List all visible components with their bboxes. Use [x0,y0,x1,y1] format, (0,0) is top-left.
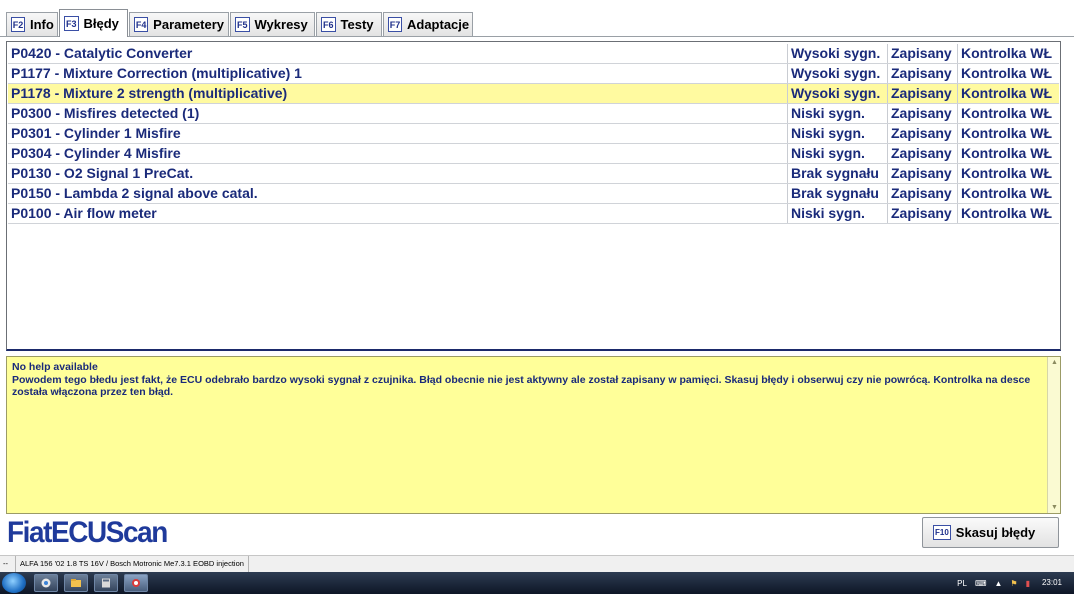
scroll-down-icon[interactable]: ▼ [1051,504,1058,511]
error-code: P1177 - Mixture Correction (multiplicati… [11,65,302,81]
calculator-icon[interactable] [94,574,118,592]
error-code: P0150 - Lambda 2 signal above catal. [11,185,258,201]
tab-label: Wykresy [254,17,308,32]
clock[interactable]: 23:01 [1042,572,1062,594]
tab-label: Info [30,17,54,32]
f5-key-icon: F5 [235,17,250,32]
taskbar: PL ⌨ ▲ ⚑ ▮ 23:01 [0,572,1074,594]
signal-level: Wysoki sygn. [787,84,887,103]
f3-key-icon: F3 [64,16,79,31]
table-row[interactable]: P0100 - Air flow meter Niski sygn. Zapis… [8,204,1059,224]
scroll-up-icon[interactable]: ▲ [1051,359,1058,366]
tab-divider [0,36,1074,37]
signal-level: Niski sygn. [787,104,887,123]
tab-adaptations[interactable]: F7 Adaptacje [383,12,473,36]
tab-parameters[interactable]: F4 Parametery [129,12,229,36]
error-code: P0130 - O2 Signal 1 PreCat. [11,165,194,181]
lamp-status: Kontrolka WŁ [957,84,1059,103]
table-row[interactable]: P0130 - O2 Signal 1 PreCat. Brak sygnału… [8,164,1059,184]
lamp-status: Kontrolka WŁ [957,104,1059,123]
app-logo: FiatECUScan [7,516,168,549]
lamp-status: Kontrolka WŁ [957,184,1059,203]
tab-label: Parametery [153,17,224,32]
table-row[interactable]: P0300 - Misfires detected (1) Niski sygn… [8,104,1059,124]
error-table: P0420 - Catalytic Converter Wysoki sygn.… [6,41,1061,351]
error-code: P0100 - Air flow meter [11,205,157,221]
f7-key-icon: F7 [388,17,402,32]
error-status: Zapisany [887,104,957,123]
network-icon[interactable]: ▮ [1026,579,1030,588]
chrome-icon[interactable] [34,574,58,592]
signal-level: Brak sygnału [787,164,887,183]
table-row[interactable]: P0150 - Lambda 2 signal above catal. Bra… [8,184,1059,204]
status-indicator: -- [0,556,16,572]
lamp-status: Kontrolka WŁ [957,64,1059,83]
error-code: P0300 - Misfires detected (1) [11,105,200,121]
tab-label: Adaptacje [407,17,470,32]
error-code: P1178 - Mixture 2 strength (multiplicati… [11,85,288,101]
tab-charts[interactable]: F5 Wykresy [230,12,315,36]
help-title: No help available [12,361,98,373]
action-center-icon[interactable]: ⚑ [1010,579,1017,588]
table-row[interactable]: P0420 - Catalytic Converter Wysoki sygn.… [8,44,1059,64]
explorer-icon[interactable] [64,574,88,592]
f6-key-icon: F6 [321,17,336,32]
signal-level: Niski sygn. [787,144,887,163]
table-row-selected[interactable]: P1178 - Mixture 2 strength (multiplicati… [8,84,1059,104]
fiatecuscan-task-icon[interactable] [124,574,148,592]
tab-label: Testy [340,17,374,32]
status-bar: -- ALFA 156 '02 1.8 TS 16V / Bosch Motro… [0,555,1074,572]
tab-bar: F2 Info F3 Błędy F4 Parametery F5 Wykres… [0,0,1074,37]
signal-level: Brak sygnału [787,184,887,203]
table-row[interactable]: P1177 - Mixture Correction (multiplicati… [8,64,1059,84]
error-code: P0420 - Catalytic Converter [11,45,193,61]
error-status: Zapisany [887,64,957,83]
clear-errors-label: Skasuj błędy [955,525,1036,540]
lamp-status: Kontrolka WŁ [957,204,1059,223]
help-panel: No help available Powodem tego błedu jes… [6,356,1061,514]
tab-errors[interactable]: F3 Błędy [59,9,128,37]
tab-tests[interactable]: F6 Testy [316,12,382,36]
signal-level: Niski sygn. [787,124,887,143]
error-status: Zapisany [887,44,957,63]
tab-label: Błędy [83,16,119,31]
table-row[interactable]: P0304 - Cylinder 4 Misfire Niski sygn. Z… [8,144,1059,164]
error-status: Zapisany [887,144,957,163]
f10-key-icon: F10 [933,525,951,540]
clear-errors-button[interactable]: F10 Skasuj błędy [922,517,1059,548]
f2-key-icon: F2 [11,17,25,32]
tray-expand-icon[interactable]: ▲ [995,579,1003,588]
help-body: Powodem tego błedu jest fakt, że ECU ode… [12,373,1031,399]
error-status: Zapisany [887,84,957,103]
error-status: Zapisany [887,204,957,223]
tab-info[interactable]: F2 Info [6,12,58,36]
vehicle-info: ALFA 156 '02 1.8 TS 16V / Bosch Motronic… [16,556,249,572]
error-code: P0301 - Cylinder 1 Misfire [11,125,181,141]
lamp-status: Kontrolka WŁ [957,144,1059,163]
lamp-status: Kontrolka WŁ [957,44,1059,63]
help-text: No help available Powodem tego błedu jes… [12,361,1042,399]
system-tray: PL ⌨ ▲ ⚑ ▮ [957,572,1030,594]
lamp-status: Kontrolka WŁ [957,164,1059,183]
keyboard-icon[interactable]: ⌨ [975,579,987,588]
start-button-icon[interactable] [2,573,26,593]
signal-level: Wysoki sygn. [787,64,887,83]
table-row[interactable]: P0301 - Cylinder 1 Misfire Niski sygn. Z… [8,124,1059,144]
signal-level: Niski sygn. [787,204,887,223]
error-code: P0304 - Cylinder 4 Misfire [11,145,181,161]
f4-key-icon: F4 [134,17,149,32]
signal-level: Wysoki sygn. [787,44,887,63]
help-scrollbar[interactable]: ▲ ▼ [1047,357,1060,513]
lamp-status: Kontrolka WŁ [957,124,1059,143]
language-indicator[interactable]: PL [957,579,967,588]
error-status: Zapisany [887,124,957,143]
error-status: Zapisany [887,184,957,203]
error-status: Zapisany [887,164,957,183]
